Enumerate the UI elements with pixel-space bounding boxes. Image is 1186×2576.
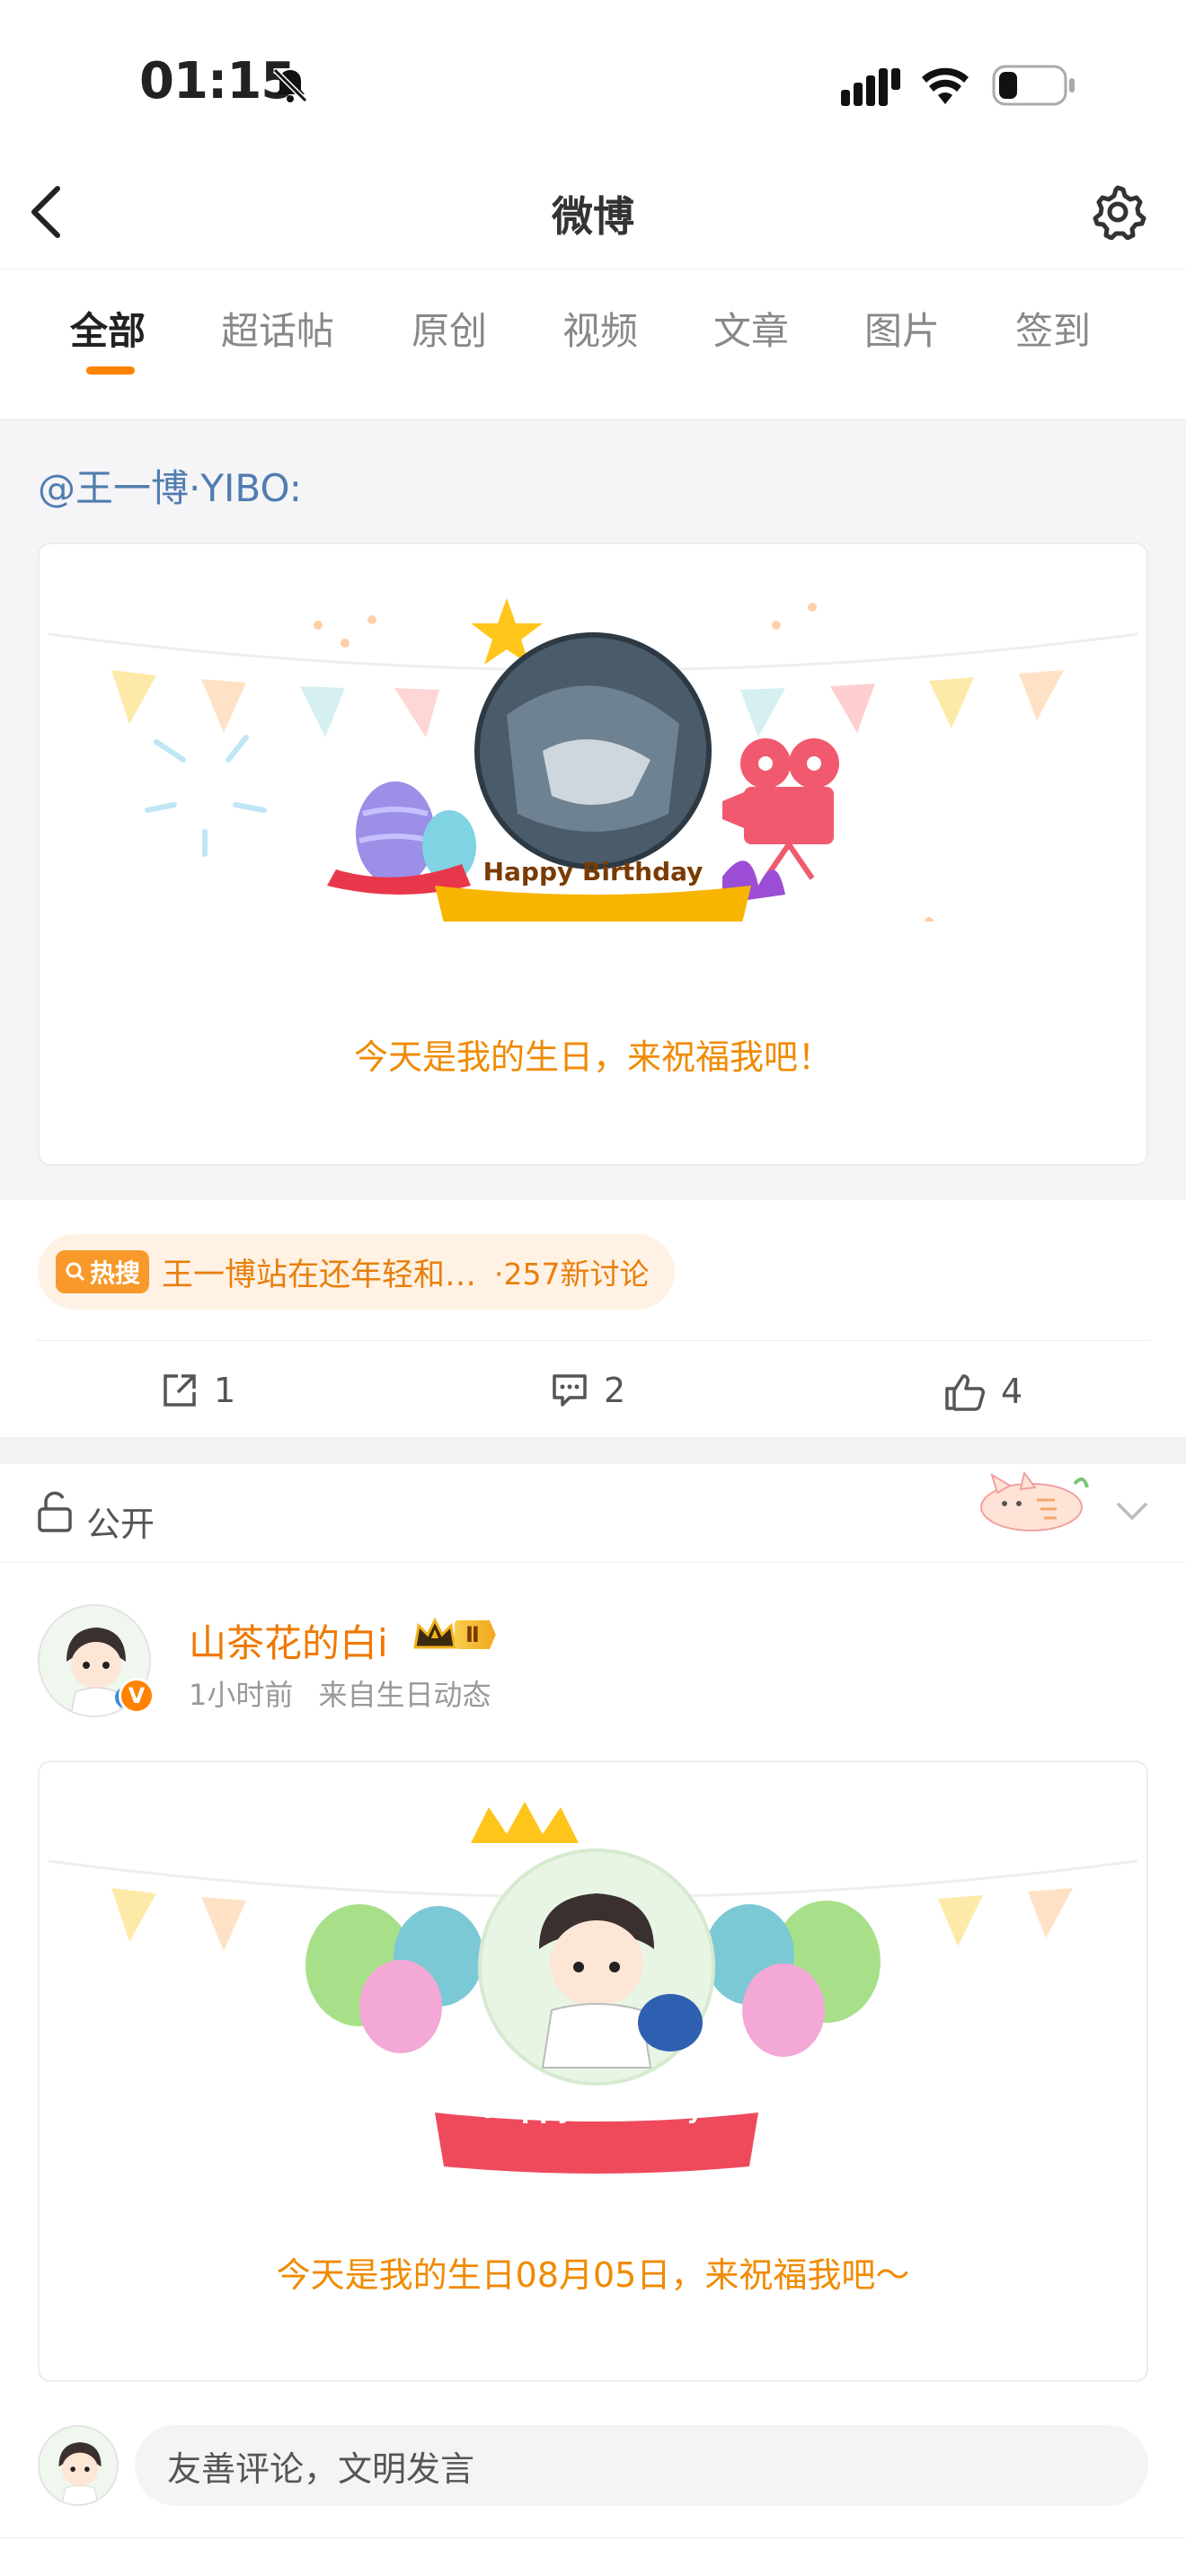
page-title: 微博 (552, 192, 634, 241)
wifi-icon (920, 66, 970, 108)
my-avatar-image (40, 2427, 117, 2504)
tab-supertopic[interactable]: 超话帖 (221, 301, 334, 356)
original-author-link[interactable]: @王一博·YIBO: (38, 458, 302, 513)
birthday-card[interactable]: Happy Birthday 今天是我的生日，来祝福我吧！ (38, 543, 1148, 1166)
tab-video[interactable]: 视频 (562, 301, 638, 356)
birthday-card-comment[interactable]: Happy Birthday 今天是我的生日08月05日，来祝福我吧～ (38, 1760, 1148, 2382)
like-count: 4 (1001, 1372, 1023, 1411)
repost-icon (164, 1374, 196, 1407)
search-icon (66, 1262, 85, 1282)
comment-username[interactable]: 山茶花的白i (189, 1613, 388, 1668)
comment-icon (553, 1374, 587, 1407)
tab-all[interactable]: 全部 (70, 301, 146, 356)
gear-icon[interactable] (1089, 182, 1146, 243)
like-button[interactable]: 4 (943, 1371, 1022, 1412)
my-avatar[interactable] (38, 2425, 119, 2506)
comment-input-placeholder: 友善评论，文明发言 (167, 2448, 475, 2489)
comment-count: 2 (604, 1371, 626, 1410)
hot-search-count: ·257新讨论 (494, 1257, 650, 1292)
comment-meta: 1小时前 来自生日动态 (189, 1672, 491, 1714)
tab-image[interactable]: 图片 (864, 301, 940, 356)
signal-icon (841, 66, 902, 110)
bottom-toolbar (0, 2537, 1186, 2576)
thumbs-up-icon (945, 1374, 985, 1411)
repost-count: 1 (214, 1371, 236, 1410)
hot-search-topic: 王一博站在还年轻和… (162, 1257, 477, 1293)
comment-time: 1小时前 (189, 1678, 294, 1712)
tab-article[interactable]: 文章 (713, 301, 789, 356)
battery-icon (992, 65, 1076, 110)
mute-icon (270, 65, 311, 110)
level-label: Ⅱ (455, 1620, 496, 1649)
hot-search-badge: 热搜 (56, 1250, 150, 1293)
lock-icon (36, 1491, 74, 1536)
birthday-banner: Happy Birthday (482, 857, 704, 887)
repost-button[interactable]: 1 (160, 1371, 235, 1410)
member-level-badge: Ⅱ (412, 1617, 496, 1653)
birthday-banner-comment: Happy Birthday (482, 2095, 704, 2124)
hot-badge-label: 热搜 (90, 1258, 141, 1288)
tab-checkin[interactable]: 签到 (1015, 301, 1091, 356)
crown-icon (413, 1617, 456, 1649)
comment-button[interactable]: 2 (550, 1371, 625, 1410)
chevron-down-icon[interactable] (1114, 1500, 1150, 1527)
verified-badge: V (119, 1678, 155, 1714)
hot-search-chip[interactable]: 热搜 王一博站在还年轻和… ·257新讨论 (38, 1234, 675, 1310)
comment-input[interactable]: 友善评论，文明发言 (135, 2425, 1148, 2506)
section-separator (0, 1437, 1186, 1464)
comment-source: 来自生日动态 (318, 1678, 491, 1712)
active-tab-indicator (86, 366, 135, 375)
visibility-label: 公开 (86, 1504, 155, 1544)
tab-original[interactable]: 原创 (412, 301, 487, 356)
card-text-comment: 今天是我的生日08月05日，来祝福我吧～ (276, 2255, 910, 2295)
card-text: 今天是我的生日，来祝福我吧！ (353, 1037, 832, 1077)
tiger-cat-sticker (980, 1470, 1089, 1531)
